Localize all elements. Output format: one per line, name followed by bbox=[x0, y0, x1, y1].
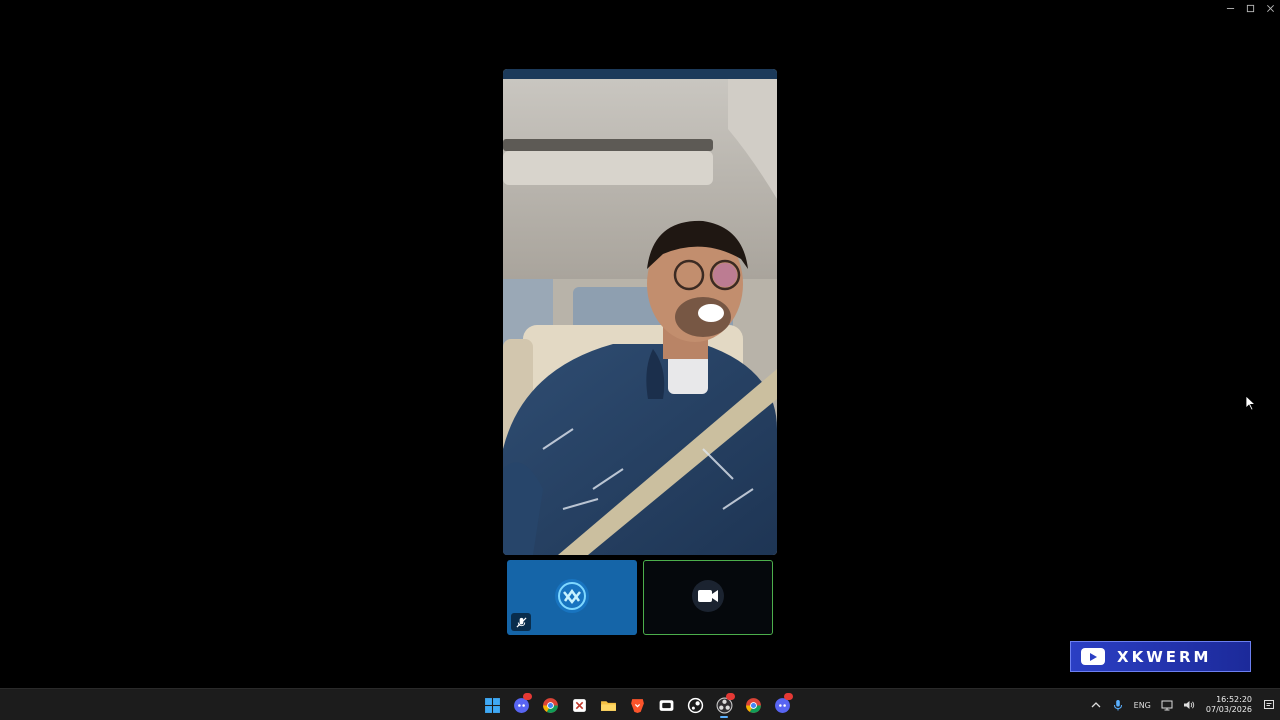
window-controls bbox=[1220, 0, 1280, 16]
video-camera-icon bbox=[692, 579, 724, 612]
taskbar-obs[interactable] bbox=[712, 691, 736, 719]
clock[interactable]: 16:52:20 07/03/2026 bbox=[1200, 695, 1258, 715]
speaker-icon bbox=[1183, 701, 1195, 709]
muted-indicator bbox=[511, 613, 531, 631]
app-window: XKWERM ENG 16:52:20 07/03/2026 bbox=[0, 0, 1280, 720]
taskbar-chrome-2[interactable] bbox=[741, 691, 765, 719]
minimize-button[interactable] bbox=[1220, 0, 1240, 16]
taskbar-discord-2[interactable] bbox=[770, 691, 794, 719]
participant-tile-camera[interactable] bbox=[643, 560, 773, 635]
watermark-text: XKWERM bbox=[1117, 647, 1212, 666]
mouse-cursor-icon bbox=[1245, 395, 1257, 415]
microphone-tray-button[interactable] bbox=[1107, 689, 1129, 720]
close-icon bbox=[1266, 4, 1274, 12]
avatar bbox=[550, 574, 594, 622]
taskbar-snipping-tool[interactable] bbox=[567, 691, 591, 719]
maximize-button[interactable] bbox=[1240, 0, 1260, 16]
steam-icon bbox=[687, 697, 703, 713]
notification-badge bbox=[784, 693, 793, 700]
chevron-up-icon bbox=[1091, 702, 1101, 708]
close-button[interactable] bbox=[1260, 0, 1280, 16]
clock-date: 07/03/2026 bbox=[1205, 705, 1252, 714]
clock-time: 16:52:20 bbox=[1216, 695, 1252, 704]
capcut-icon bbox=[659, 699, 673, 711]
notifications-button[interactable] bbox=[1258, 689, 1280, 720]
language-label: ENG bbox=[1133, 700, 1151, 710]
camera-indicator bbox=[690, 578, 726, 618]
taskbar-file-explorer[interactable] bbox=[596, 691, 620, 719]
windows-icon bbox=[484, 697, 500, 713]
video-frame-illustration bbox=[503, 69, 777, 555]
network-icon bbox=[1161, 700, 1173, 711]
taskbar-steam[interactable] bbox=[683, 691, 707, 719]
taskbar: ENG 16:52:20 07/03/2026 bbox=[0, 688, 1280, 720]
channel-watermark: XKWERM bbox=[1070, 641, 1251, 672]
volume-tray-button[interactable] bbox=[1178, 689, 1200, 720]
minimize-icon bbox=[1226, 7, 1234, 9]
microphone-icon bbox=[1113, 700, 1122, 711]
show-hidden-icons-button[interactable] bbox=[1085, 689, 1107, 720]
notification-badge bbox=[523, 693, 532, 700]
language-indicator[interactable]: ENG bbox=[1129, 689, 1156, 720]
notification-badge bbox=[726, 693, 735, 700]
taskbar-capcut[interactable] bbox=[654, 691, 678, 719]
youtube-icon bbox=[1081, 648, 1105, 665]
taskbar-discord[interactable] bbox=[509, 691, 533, 719]
taskbar-apps bbox=[480, 689, 794, 720]
chrome-icon bbox=[745, 697, 761, 713]
notification-icon bbox=[1264, 700, 1274, 709]
maximize-icon bbox=[1246, 4, 1254, 12]
network-tray-button[interactable] bbox=[1156, 689, 1178, 720]
chrome-icon bbox=[542, 697, 558, 713]
participant-tile-avatar[interactable] bbox=[507, 560, 637, 635]
main-video-feed[interactable] bbox=[503, 69, 777, 555]
taskbar-brave[interactable] bbox=[625, 691, 649, 719]
snip-icon bbox=[572, 698, 586, 712]
taskbar-chrome[interactable] bbox=[538, 691, 562, 719]
taskbar-start-button[interactable] bbox=[480, 691, 504, 719]
system-tray: ENG 16:52:20 07/03/2026 bbox=[1085, 689, 1280, 720]
mic-muted-icon bbox=[515, 616, 527, 628]
brave-icon bbox=[630, 698, 644, 713]
wing-logo-icon bbox=[555, 578, 589, 613]
folder-icon bbox=[600, 700, 616, 711]
